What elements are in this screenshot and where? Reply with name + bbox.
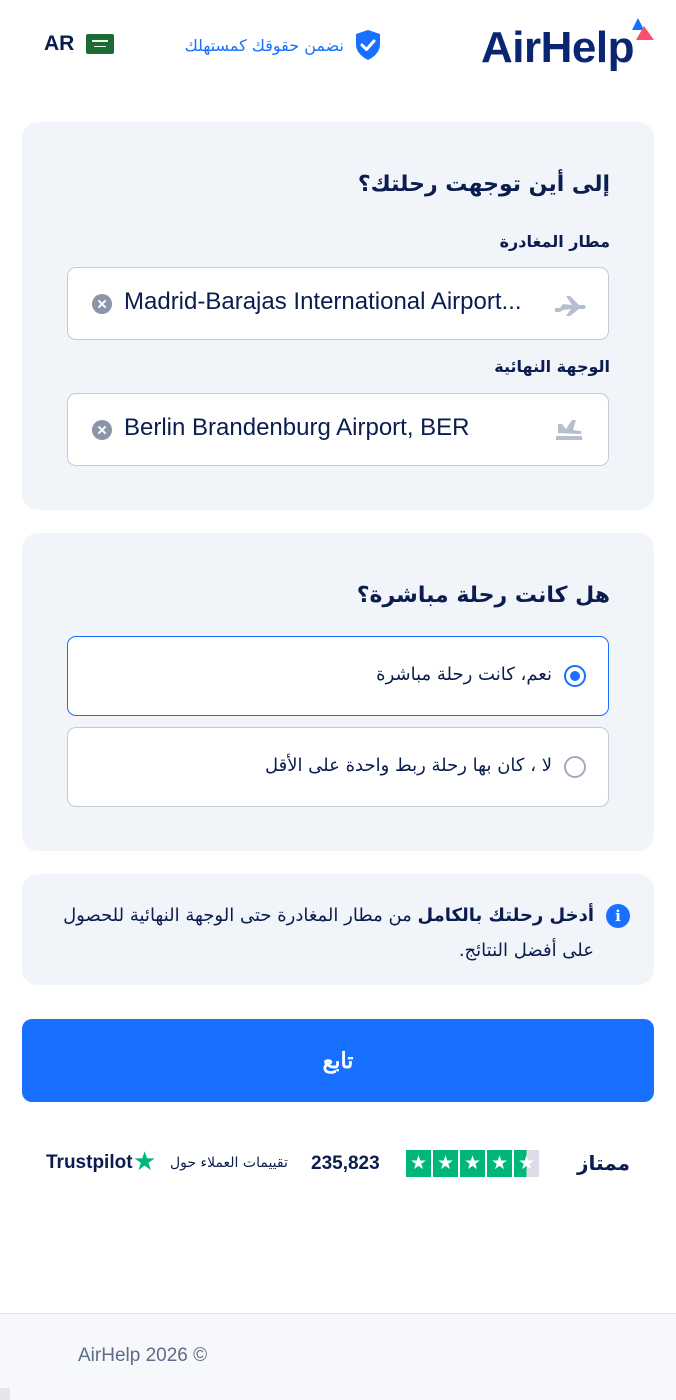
option-direct-no[interactable]: لا ، كان بها رحلة ربط واحدة على الأقل: [67, 727, 609, 807]
shield-check-icon: [356, 30, 380, 60]
option-direct-no-label: لا ، كان بها رحلة ربط واحدة على الأقل: [264, 755, 552, 776]
airhelp-logo[interactable]: AirHelp: [481, 16, 654, 76]
option-direct-yes[interactable]: نعم، كانت رحلة مباشرة: [67, 636, 609, 716]
clear-destination-icon[interactable]: [92, 420, 112, 440]
info-bold-text: أدخل رحلتك بالكامل: [417, 905, 594, 926]
logo-mark-icon: [632, 18, 654, 40]
trustpilot-stars: ★ ★ ★ ★ ★: [406, 1150, 539, 1177]
language-switcher[interactable]: AR: [44, 32, 115, 56]
trustpilot-widget[interactable]: ممتاز ★ ★ ★ ★ ★ 235,823 تقييمات العملاء …: [0, 1140, 676, 1186]
direct-flight-question: هل كانت رحلة مباشرة؟: [356, 583, 610, 608]
star-icon: ★: [460, 1150, 485, 1177]
route-card: إلى أين توجهت رحلتك؟ مطار المغادرة Madri…: [22, 122, 654, 510]
departure-label: مطار المغادرة: [499, 232, 610, 251]
continue-button[interactable]: تابع: [22, 1019, 654, 1102]
radio-unselected-icon[interactable]: [564, 756, 586, 778]
guarantee-text: نضمن حقوقك كمستهلك: [184, 35, 344, 55]
language-code: AR: [44, 32, 75, 55]
departure-airport-value: Madrid-Barajas International Airport...: [124, 288, 522, 315]
rating-word: ممتاز: [577, 1151, 630, 1175]
radio-selected-icon[interactable]: [564, 665, 586, 687]
star-icon: ★: [433, 1150, 458, 1177]
reviews-text: تقييمات العملاء حول: [170, 1155, 288, 1171]
direct-flight-card: هل كانت رحلة مباشرة؟ نعم، كانت رحلة مباش…: [22, 533, 654, 851]
logo-wordmark: AirHelp: [481, 23, 634, 72]
corner-marker: [0, 1388, 10, 1400]
destination-airport-value: Berlin Brandenburg Airport, BER: [124, 414, 470, 441]
clear-departure-icon[interactable]: [92, 294, 112, 314]
airplane-takeoff-icon: [555, 296, 586, 316]
route-question-title: إلى أين توجهت رحلتك؟: [357, 172, 610, 197]
option-direct-yes-label: نعم، كانت رحلة مباشرة: [376, 664, 552, 685]
info-icon: i: [606, 904, 630, 928]
info-message: أدخل رحلتك بالكامل من مطار المغادرة حتى …: [60, 898, 594, 968]
copyright-text: AirHelp 2026 ©: [78, 1345, 208, 1366]
star-icon: ★: [406, 1150, 431, 1177]
destination-airport-field[interactable]: Berlin Brandenburg Airport, BER: [67, 393, 609, 466]
departure-airport-field[interactable]: Madrid-Barajas International Airport...: [67, 267, 609, 340]
site-header: AirHelp نضمن حقوقك كمستهلك AR: [0, 0, 676, 90]
star-icon: ★: [487, 1150, 512, 1177]
airplane-landing-icon: [556, 420, 582, 440]
trustpilot-star-icon: ★: [133, 1147, 157, 1177]
saudi-flag-icon: [86, 34, 115, 54]
site-footer: AirHelp 2026 ©: [0, 1314, 676, 1400]
review-count: 235,823: [311, 1153, 380, 1174]
destination-label: الوجهة النهائية: [494, 357, 610, 376]
trustpilot-brand: Trustpilot: [46, 1152, 133, 1173]
consumer-guarantee[interactable]: نضمن حقوقك كمستهلك: [185, 28, 382, 62]
half-star-icon: ★: [514, 1150, 539, 1177]
info-card: i أدخل رحلتك بالكامل من مطار المغادرة حت…: [22, 874, 654, 985]
